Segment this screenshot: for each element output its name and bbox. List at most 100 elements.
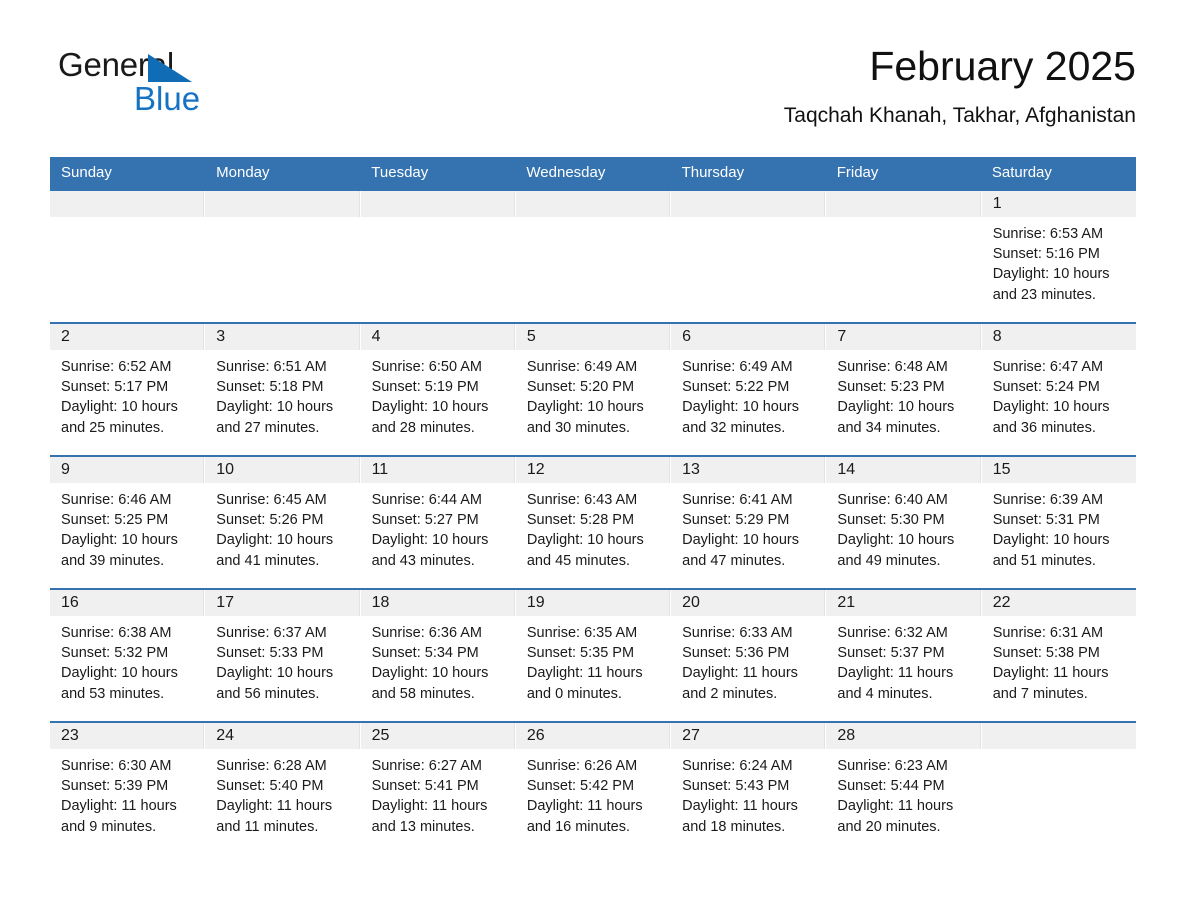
day-number: 24 — [216, 727, 235, 744]
sunset-line: Sunset: 5:29 PM — [682, 512, 790, 529]
daylight-line-2: and 16 minutes. — [526, 818, 631, 835]
day-cell[interactable]: 18 Sunrise: 6:36 AM Sunset: 5:34 PM Dayligh… — [360, 590, 516, 721]
day-cell[interactable]: 3 Sunrise: 6:51 AM Sunset: 5:18 PM Daylight… — [205, 324, 361, 455]
day-cell[interactable] — [360, 191, 516, 322]
daylight-line-2: and 0 minutes. — [526, 685, 622, 702]
day-cell[interactable] — [671, 191, 827, 322]
day-cell[interactable]: 4 Sunrise: 6:50 AM Sunset: 5:19 PM Daylight… — [360, 324, 516, 455]
sunset-line: Sunset: 5:18 PM — [216, 379, 324, 396]
sunrise-line: Sunrise: 6:26 AM — [526, 758, 638, 774]
title-block: February 2025 Taqchah Khanah, Takhar, Af… — [784, 42, 1136, 130]
day-cell[interactable]: 21 Sunrise: 6:32 AM Sunset: 5:37 PM Dayligh… — [826, 590, 982, 721]
page-header: General Blue February 2025 Taqchah Khana… — [0, 0, 1188, 127]
sunrise-line: Sunrise: 6:28 AM — [216, 758, 327, 774]
weekday-friday: Friday — [836, 164, 879, 181]
sunset-line: Sunset: 5:38 PM — [992, 645, 1100, 662]
day-number: 4 — [371, 328, 381, 345]
daylight-line-1: Daylight: 11 hours — [371, 798, 488, 815]
daylight-line-2: and 28 minutes. — [371, 419, 475, 436]
day-cell[interactable]: 19 Sunrise: 6:35 AM Sunset: 5:35 PM Dayligh… — [515, 590, 672, 721]
day-cell[interactable]: 9 Sunrise: 6:46 AM Sunset: 5:25 PM Daylight… — [50, 457, 206, 588]
daylight-line-1: Daylight: 10 hours — [371, 399, 489, 416]
day-number: 5 — [526, 328, 536, 345]
day-number: 12 — [526, 461, 545, 478]
day-cell[interactable] — [981, 723, 1136, 854]
sunrise-line: Sunrise: 6:51 AM — [216, 359, 327, 375]
day-cell[interactable]: 17 Sunrise: 6:37 AM Sunset: 5:33 PM Dayligh… — [205, 590, 361, 721]
day-cell[interactable]: 26 Sunrise: 6:26 AM Sunset: 5:42 PM Dayligh… — [515, 723, 672, 854]
sunset-line: Sunset: 5:35 PM — [526, 645, 635, 662]
sunset-line: Sunset: 5:42 PM — [526, 778, 635, 795]
day-cell[interactable]: 12 Sunrise: 6:43 AM Sunset: 5:28 PM Dayligh… — [515, 457, 672, 588]
day-cell[interactable]: 28 Sunrise: 6:23 AM Sunset: 5:44 PM Dayligh… — [826, 723, 982, 854]
daylight-line-2: and 13 minutes. — [371, 818, 475, 835]
sunset-line: Sunset: 5:17 PM — [61, 379, 169, 396]
sunrise-line: Sunrise: 6:32 AM — [837, 625, 948, 641]
day-cell[interactable] — [205, 191, 361, 322]
day-cell[interactable]: 14 Sunrise: 6:40 AM Sunset: 5:30 PM Dayligh… — [826, 457, 982, 588]
day-cell[interactable] — [50, 191, 206, 322]
sunset-line: Sunset: 5:32 PM — [61, 645, 169, 662]
day-number: 11 — [371, 461, 389, 478]
day-number: 20 — [682, 594, 700, 611]
daylight-line-1: Daylight: 11 hours — [837, 798, 954, 815]
day-cell[interactable]: 15 Sunrise: 6:39 AM Sunset: 5:31 PM Dayligh… — [981, 457, 1136, 588]
weekday-tuesday: Tuesday — [371, 164, 429, 181]
sunset-line: Sunset: 5:19 PM — [371, 379, 479, 396]
daylight-line-2: and 45 minutes. — [526, 552, 631, 569]
daylight-line-2: and 36 minutes. — [992, 419, 1096, 436]
sunset-line: Sunset: 5:25 PM — [61, 512, 169, 529]
sunset-line: Sunset: 5:37 PM — [837, 645, 945, 662]
daylight-line-2: and 34 minutes. — [837, 419, 941, 436]
day-cell[interactable]: 27 Sunrise: 6:24 AM Sunset: 5:43 PM Dayligh… — [671, 723, 827, 854]
daylight-line-2: and 56 minutes. — [216, 685, 320, 702]
daylight-line-2: and 51 minutes. — [992, 552, 1096, 569]
sunset-line: Sunset: 5:23 PM — [837, 379, 945, 396]
daylight-line-1: Daylight: 10 hours — [837, 532, 955, 549]
sunset-line: Sunset: 5:36 PM — [682, 645, 790, 662]
sunset-line: Sunset: 5:24 PM — [992, 379, 1100, 396]
sunset-line: Sunset: 5:16 PM — [992, 246, 1100, 263]
day-cell[interactable]: 10 Sunrise: 6:45 AM Sunset: 5:26 PM Dayligh… — [205, 457, 361, 588]
daylight-line-2: and 23 minutes. — [992, 286, 1096, 303]
day-number: 7 — [837, 328, 847, 345]
daylight-line-2: and 32 minutes. — [682, 419, 786, 436]
day-cell[interactable]: 13 Sunrise: 6:41 AM Sunset: 5:29 PM Dayligh… — [671, 457, 827, 588]
week-row: 9 Sunrise: 6:46 AM Sunset: 5:25 PM Daylight… — [50, 455, 1136, 588]
day-cell[interactable]: 8 Sunrise: 6:47 AM Sunset: 5:24 PM Daylight… — [981, 324, 1136, 455]
daylight-line-1: Daylight: 10 hours — [61, 399, 178, 416]
sunrise-line: Sunrise: 6:36 AM — [371, 625, 482, 641]
day-cell[interactable]: 24 Sunrise: 6:28 AM Sunset: 5:40 PM Dayligh… — [205, 723, 361, 854]
daylight-line-1: Daylight: 10 hours — [526, 399, 644, 416]
day-cell[interactable]: 1 Sunrise: 6:53 AM Sunset: 5:16 PM Daylight… — [981, 191, 1136, 322]
sunset-line: Sunset: 5:22 PM — [682, 379, 790, 396]
daylight-line-1: Daylight: 11 hours — [992, 665, 1109, 682]
daylight-line-1: Daylight: 10 hours — [837, 399, 955, 416]
day-cell[interactable]: 11 Sunrise: 6:44 AM Sunset: 5:27 PM Dayligh… — [360, 457, 516, 588]
week-row: 1 Sunrise: 6:53 AM Sunset: 5:16 PM Daylight… — [50, 189, 1136, 322]
sunrise-line: Sunrise: 6:37 AM — [216, 625, 327, 641]
day-cell[interactable] — [826, 191, 982, 322]
week-row: 23 Sunrise: 6:30 AM Sunset: 5:39 PM Dayligh… — [50, 721, 1136, 854]
day-cell[interactable]: 5 Sunrise: 6:49 AM Sunset: 5:20 PM Daylight… — [515, 324, 672, 455]
day-cell[interactable]: 22 Sunrise: 6:31 AM Sunset: 5:38 PM Dayligh… — [981, 590, 1136, 721]
daylight-line-2: and 7 minutes. — [992, 685, 1088, 702]
week-row: 2 Sunrise: 6:52 AM Sunset: 5:17 PM Daylight… — [50, 322, 1136, 455]
day-cell[interactable] — [515, 191, 672, 322]
location-subtitle: Taqchah Khanah, Takhar, Afghanistan — [783, 104, 1136, 127]
weekday-header-row: Sunday Monday Tuesday Wednesday Thursday… — [50, 157, 1136, 189]
day-cell[interactable]: 23 Sunrise: 6:30 AM Sunset: 5:39 PM Dayligh… — [50, 723, 206, 854]
sunset-line: Sunset: 5:44 PM — [837, 778, 945, 795]
sunrise-line: Sunrise: 6:38 AM — [61, 625, 172, 641]
day-cell[interactable]: 6 Sunrise: 6:49 AM Sunset: 5:22 PM Daylight… — [671, 324, 827, 455]
daylight-line-1: Daylight: 10 hours — [992, 266, 1110, 283]
day-cell[interactable]: 20 Sunrise: 6:33 AM Sunset: 5:36 PM Dayligh… — [671, 590, 827, 721]
day-cell[interactable]: 7 Sunrise: 6:48 AM Sunset: 5:23 PM Daylight… — [826, 324, 982, 455]
day-cell[interactable]: 2 Sunrise: 6:52 AM Sunset: 5:17 PM Daylight… — [50, 324, 206, 455]
day-cell[interactable]: 25 Sunrise: 6:27 AM Sunset: 5:41 PM Dayligh… — [360, 723, 516, 854]
sunrise-line: Sunrise: 6:50 AM — [371, 359, 482, 375]
sunrise-line: Sunrise: 6:33 AM — [682, 625, 793, 641]
daylight-line-1: Daylight: 11 hours — [682, 665, 798, 682]
day-cell[interactable]: 16 Sunrise: 6:38 AM Sunset: 5:32 PM Dayligh… — [50, 590, 206, 721]
sunrise-line: Sunrise: 6:41 AM — [682, 492, 793, 508]
